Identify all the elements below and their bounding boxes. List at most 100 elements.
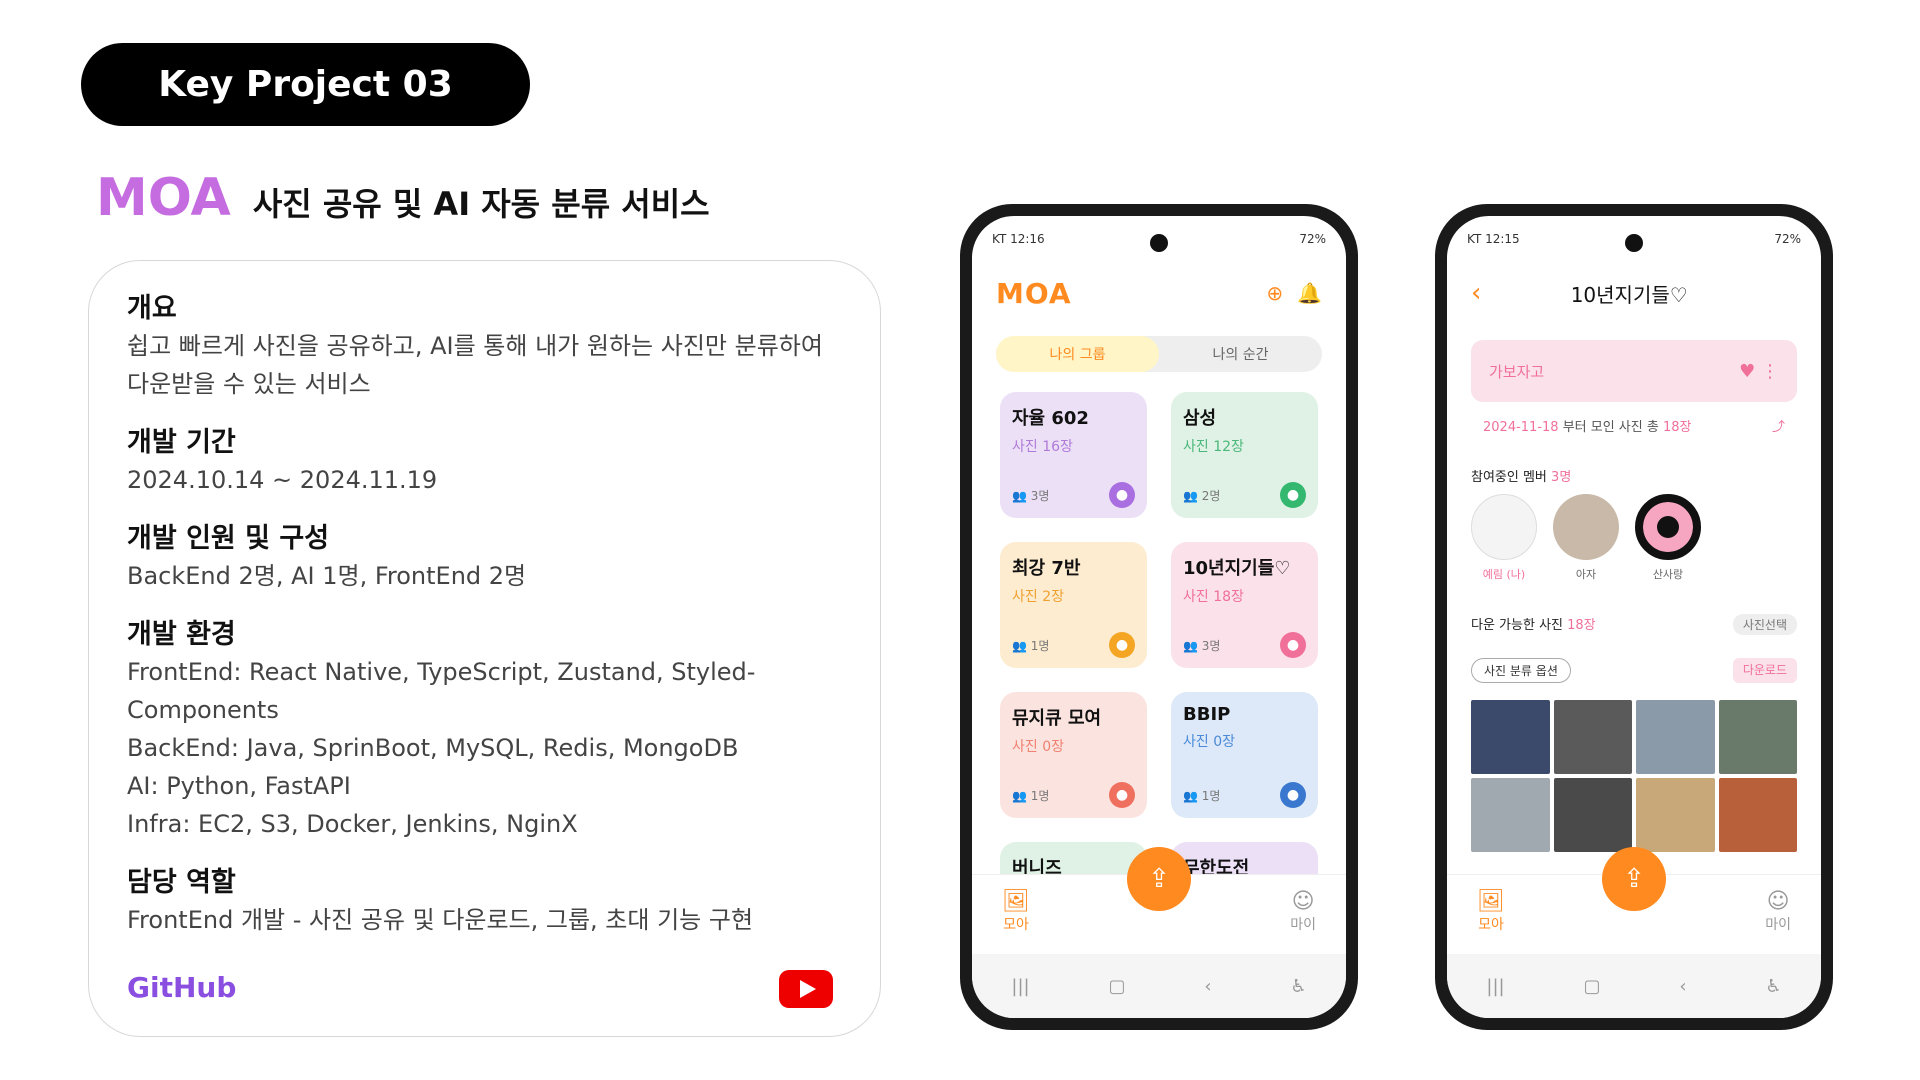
section-heading: 개발 인원 및 구성 <box>127 523 330 554</box>
back-icon[interactable]: ‹ <box>1679 976 1686 997</box>
group-name: 자율 602 <box>1012 408 1089 429</box>
group-photo-count: 사진 16장 <box>1012 439 1073 455</box>
photo-thumb[interactable] <box>1636 700 1715 774</box>
status-time: KT 12:16 <box>992 232 1045 246</box>
group-card[interactable]: 최강 7반 사진 2장 👥 1명 ● <box>1000 542 1147 668</box>
group-name: 10년지기들♡ <box>1183 558 1291 579</box>
select-photos-button[interactable]: 사진선택 <box>1732 614 1797 635</box>
info-card: 개요 쉽고 빠르게 사진을 공유하고, AI를 통해 내가 원하는 사진만 분류… <box>88 260 881 1037</box>
back-icon[interactable]: ‹ <box>1204 976 1211 997</box>
nav-label: 모아 <box>1003 917 1029 933</box>
members-heading: 참여중인 멤버 3명 <box>1471 466 1571 485</box>
avatar <box>1553 494 1619 560</box>
github-link[interactable]: GitHub <box>127 971 236 1004</box>
status-bar: KT 12:15 72% <box>1467 232 1801 246</box>
recent-apps-icon[interactable]: ||| <box>1011 976 1029 997</box>
download-count: 18장 <box>1567 618 1596 633</box>
group-card[interactable]: 자율 602 사진 16장 👥 3명 ● <box>1000 392 1147 518</box>
brand-title: MOA <box>96 168 231 228</box>
recent-apps-icon[interactable]: ||| <box>1486 976 1504 997</box>
group-badge-icon: ● <box>1280 782 1306 808</box>
section-role: 담당 역할 FrontEnd 개발 - 사진 공유 및 다운로드, 그룹, 초대… <box>127 865 753 939</box>
photo-thumb[interactable] <box>1718 778 1797 852</box>
system-nav: ||| ▢ ‹ ♿ <box>1447 954 1821 1018</box>
member[interactable]: 산사랑 <box>1635 494 1701 582</box>
upload-button[interactable]: ⇪ <box>1127 847 1191 911</box>
group-badge-icon: ● <box>1280 482 1306 508</box>
group-badge-icon: ● <box>1280 632 1306 658</box>
avatar <box>1635 494 1701 560</box>
app-bar: ‹ 10년지기들♡ <box>1447 268 1821 318</box>
group-name: 최강 7반 <box>1012 558 1081 579</box>
photo-thumb[interactable] <box>1718 700 1797 774</box>
section-line: AI: Python, FastAPI <box>127 772 351 800</box>
group-member-count: 👥 3명 <box>1012 489 1050 503</box>
share-icon[interactable]: ⤴ <box>1772 416 1785 435</box>
tab-my-moments[interactable]: 나의 순간 <box>1159 336 1322 372</box>
total-count: 18장 <box>1662 420 1692 435</box>
app-bar: MOA ⊕ 🔔 <box>972 268 1346 318</box>
nav-moa[interactable]: 🖼 모아 <box>1002 889 1030 934</box>
member-name: 아자 <box>1575 568 1597 581</box>
member[interactable]: 예림 (나) <box>1471 494 1537 582</box>
accessibility-icon[interactable]: ♿ <box>1765 976 1781 997</box>
photo-thumb[interactable] <box>1553 700 1632 774</box>
group-member-count: 👥 3명 <box>1183 639 1221 653</box>
section-line: FrontEnd 개발 - 사진 공유 및 다운로드, 그룹, 초대 기능 구현 <box>127 906 754 934</box>
banner-label: 가보자고 <box>1489 362 1545 381</box>
upload-icon: ⇪ <box>1623 864 1645 894</box>
section-line: Infra: EC2, S3, Docker, Jenkins, NginX <box>127 810 578 838</box>
nav-moa[interactable]: 🖼 모아 <box>1477 889 1505 934</box>
sort-options-button[interactable]: 사진 분류 옵션 <box>1471 658 1571 683</box>
tab-my-groups[interactable]: 나의 그룹 <box>996 336 1159 372</box>
youtube-icon[interactable] <box>779 970 833 1008</box>
group-member-count: 👥 1명 <box>1012 789 1050 803</box>
nav-my[interactable]: ☺ 마이 <box>1765 889 1791 934</box>
group-card[interactable]: 10년지기들♡ 사진 18장 👥 3명 ● <box>1171 542 1318 668</box>
bottom-nav: 🖼 모아 ⇪ ☺ 마이 <box>972 847 1346 954</box>
photo-thumb[interactable] <box>1471 778 1550 852</box>
group-member-count: 👥 1명 <box>1012 639 1050 653</box>
member-name: 예림 (나) <box>1482 568 1526 581</box>
group-photo-count: 사진 18장 <box>1183 589 1244 605</box>
smile-icon: ☺ <box>1766 889 1790 914</box>
phone-group-detail: KT 12:15 72% ‹ 10년지기들♡ 가보자고 ♥ ⋮ 2024-11-… <box>1435 204 1833 1030</box>
status-battery: 72% <box>1299 232 1326 246</box>
upload-button[interactable]: ⇪ <box>1602 847 1666 911</box>
member[interactable]: 아자 <box>1553 494 1619 582</box>
phone-screen: KT 12:16 72% MOA ⊕ 🔔 나의 그룹 나의 순간 자율 602 사… <box>972 216 1346 1018</box>
download-button[interactable]: 다운로드 <box>1732 658 1797 683</box>
group-banner: 가보자고 ♥ ⋮ <box>1471 340 1797 402</box>
title-row: MOA 사진 공유 및 AI 자동 분류 서비스 <box>96 168 710 228</box>
photo-thumb[interactable] <box>1553 778 1632 852</box>
nav-label: 마이 <box>1290 917 1316 933</box>
bottom-nav: 🖼 모아 ⇪ ☺ 마이 <box>1447 847 1821 954</box>
accessibility-icon[interactable]: ♿ <box>1290 976 1306 997</box>
upload-icon: ⇪ <box>1148 864 1170 894</box>
group-card[interactable]: 삼성 사진 12장 👥 2명 ● <box>1171 392 1318 518</box>
section-heading: 개요 <box>127 293 177 324</box>
photo-thumb[interactable] <box>1471 700 1550 774</box>
section-line: 다운받을 수 있는 서비스 <box>127 370 371 398</box>
group-name: 뮤지큐 모여 <box>1012 708 1102 729</box>
photo-thumb[interactable] <box>1636 778 1715 852</box>
section-line: 2024.10.14 ~ 2024.11.19 <box>127 466 438 494</box>
home-icon[interactable]: ▢ <box>1583 976 1600 997</box>
group-card[interactable]: 뮤지큐 모여 사진 0장 👥 1명 ● <box>1000 692 1147 818</box>
section-line: Components <box>127 696 279 724</box>
group-photo-count: 사진 12장 <box>1183 439 1244 455</box>
nav-my[interactable]: ☺ 마이 <box>1290 889 1316 934</box>
back-arrow-icon[interactable]: ‹ <box>1471 278 1481 308</box>
home-icon[interactable]: ▢ <box>1108 976 1125 997</box>
system-nav: ||| ▢ ‹ ♿ <box>972 954 1346 1018</box>
download-label: 다운 가능한 사진 <box>1471 618 1563 633</box>
heart-menu-icon[interactable]: ♥ ⋮ <box>1739 361 1779 382</box>
album-icon: 🖼 <box>1477 889 1505 914</box>
status-bar: KT 12:16 72% <box>992 232 1326 246</box>
status-time: KT 12:15 <box>1467 232 1520 246</box>
bell-icon[interactable]: 🔔 <box>1297 281 1322 305</box>
add-circle-icon[interactable]: ⊕ <box>1266 281 1283 305</box>
smile-icon: ☺ <box>1291 889 1315 914</box>
avatar <box>1471 494 1537 560</box>
group-card[interactable]: BBIP 사진 0장 👥 1명 ● <box>1171 692 1318 818</box>
